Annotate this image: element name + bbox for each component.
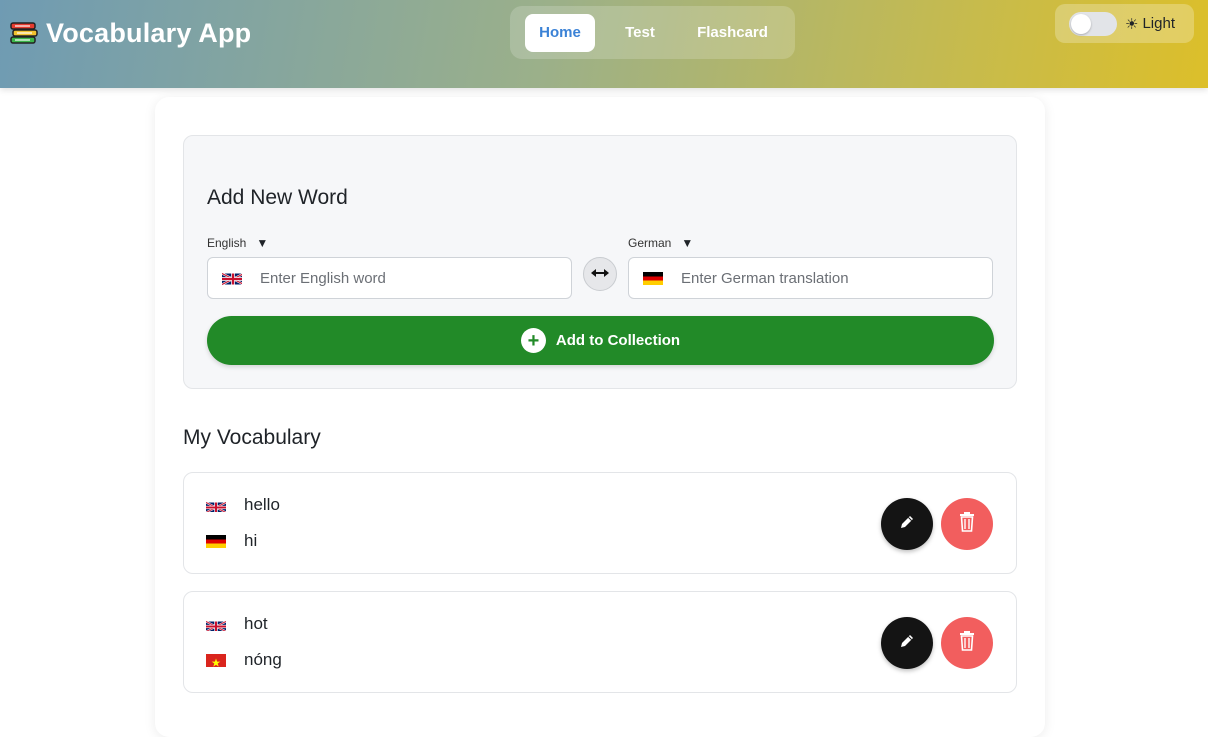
- add-word-title: Add New Word: [207, 186, 348, 209]
- brand: Vocabulary App: [10, 18, 251, 49]
- add-to-collection-button[interactable]: + Add to Collection: [207, 316, 994, 365]
- vietnam-flag-icon: [206, 653, 226, 667]
- trash-icon: [959, 511, 975, 537]
- uk-flag-icon: [206, 618, 226, 631]
- translation-row: nóng: [206, 650, 282, 670]
- swap-arrows-icon: [591, 265, 609, 283]
- books-icon: [10, 20, 38, 48]
- theme-toggle[interactable]: ☀ Light: [1055, 4, 1194, 43]
- target-language-label: German: [628, 236, 672, 250]
- target-language-select[interactable]: German ▼: [628, 236, 693, 250]
- germany-flag-icon: [206, 534, 226, 548]
- word-row: hot: [206, 614, 268, 634]
- add-to-collection-label: Add to Collection: [555, 332, 681, 349]
- vocabulary-card: hello hi: [183, 472, 1017, 574]
- vocabulary-word: hello: [244, 495, 280, 514]
- word-row: hello: [206, 495, 280, 515]
- switch-knob: [1071, 13, 1091, 34]
- delete-button[interactable]: [941, 498, 993, 550]
- vocabulary-translation: nóng: [244, 650, 282, 669]
- uk-flag-icon: [206, 499, 226, 512]
- vocabulary-card: hot nóng: [183, 591, 1017, 693]
- source-language-select[interactable]: English ▼: [207, 236, 268, 250]
- theme-switch[interactable]: [1069, 11, 1117, 36]
- caret-down-icon: ▼: [256, 236, 269, 250]
- plus-circle-icon: +: [520, 328, 546, 353]
- edit-button[interactable]: [881, 617, 933, 669]
- main-nav: Home Test Flashcard: [510, 6, 795, 59]
- add-word-panel: Add New Word English ▼ German ▼ Enter En…: [183, 135, 1017, 389]
- vocabulary-word: hot: [244, 614, 268, 633]
- tab-flashcard[interactable]: Flashcard: [685, 14, 780, 52]
- english-word-input[interactable]: [260, 269, 540, 287]
- caret-down-icon: ▼: [681, 236, 694, 250]
- sun-icon: ☀: [1125, 15, 1139, 33]
- main-card: Add New Word English ▼ German ▼ Enter En…: [155, 97, 1045, 737]
- delete-button[interactable]: [941, 617, 993, 669]
- uk-flag-icon: [222, 272, 242, 285]
- pencil-icon: [899, 633, 915, 654]
- german-translation-input[interactable]: [681, 269, 961, 287]
- vocabulary-translation: hi: [244, 531, 258, 550]
- theme-label-wrap: ☀ Light: [1125, 15, 1175, 33]
- source-language-label: English: [207, 236, 247, 250]
- theme-label: Light: [1142, 15, 1175, 32]
- trash-icon: [959, 630, 975, 656]
- vocabulary-title: My Vocabulary: [183, 426, 321, 449]
- germany-flag-icon: [643, 271, 663, 285]
- tab-test[interactable]: Test: [595, 14, 685, 52]
- german-translation-field[interactable]: [628, 257, 993, 299]
- english-word-field[interactable]: [207, 257, 572, 299]
- translation-row: hi: [206, 531, 257, 551]
- swap-languages-button[interactable]: [583, 257, 617, 291]
- pencil-icon: [899, 514, 915, 535]
- edit-button[interactable]: [881, 498, 933, 550]
- app-title: Vocabulary App: [46, 18, 252, 48]
- app-header: Vocabulary App Home Test Flashcard ☀ Lig…: [0, 0, 1208, 88]
- tab-home[interactable]: Home: [525, 13, 595, 52]
